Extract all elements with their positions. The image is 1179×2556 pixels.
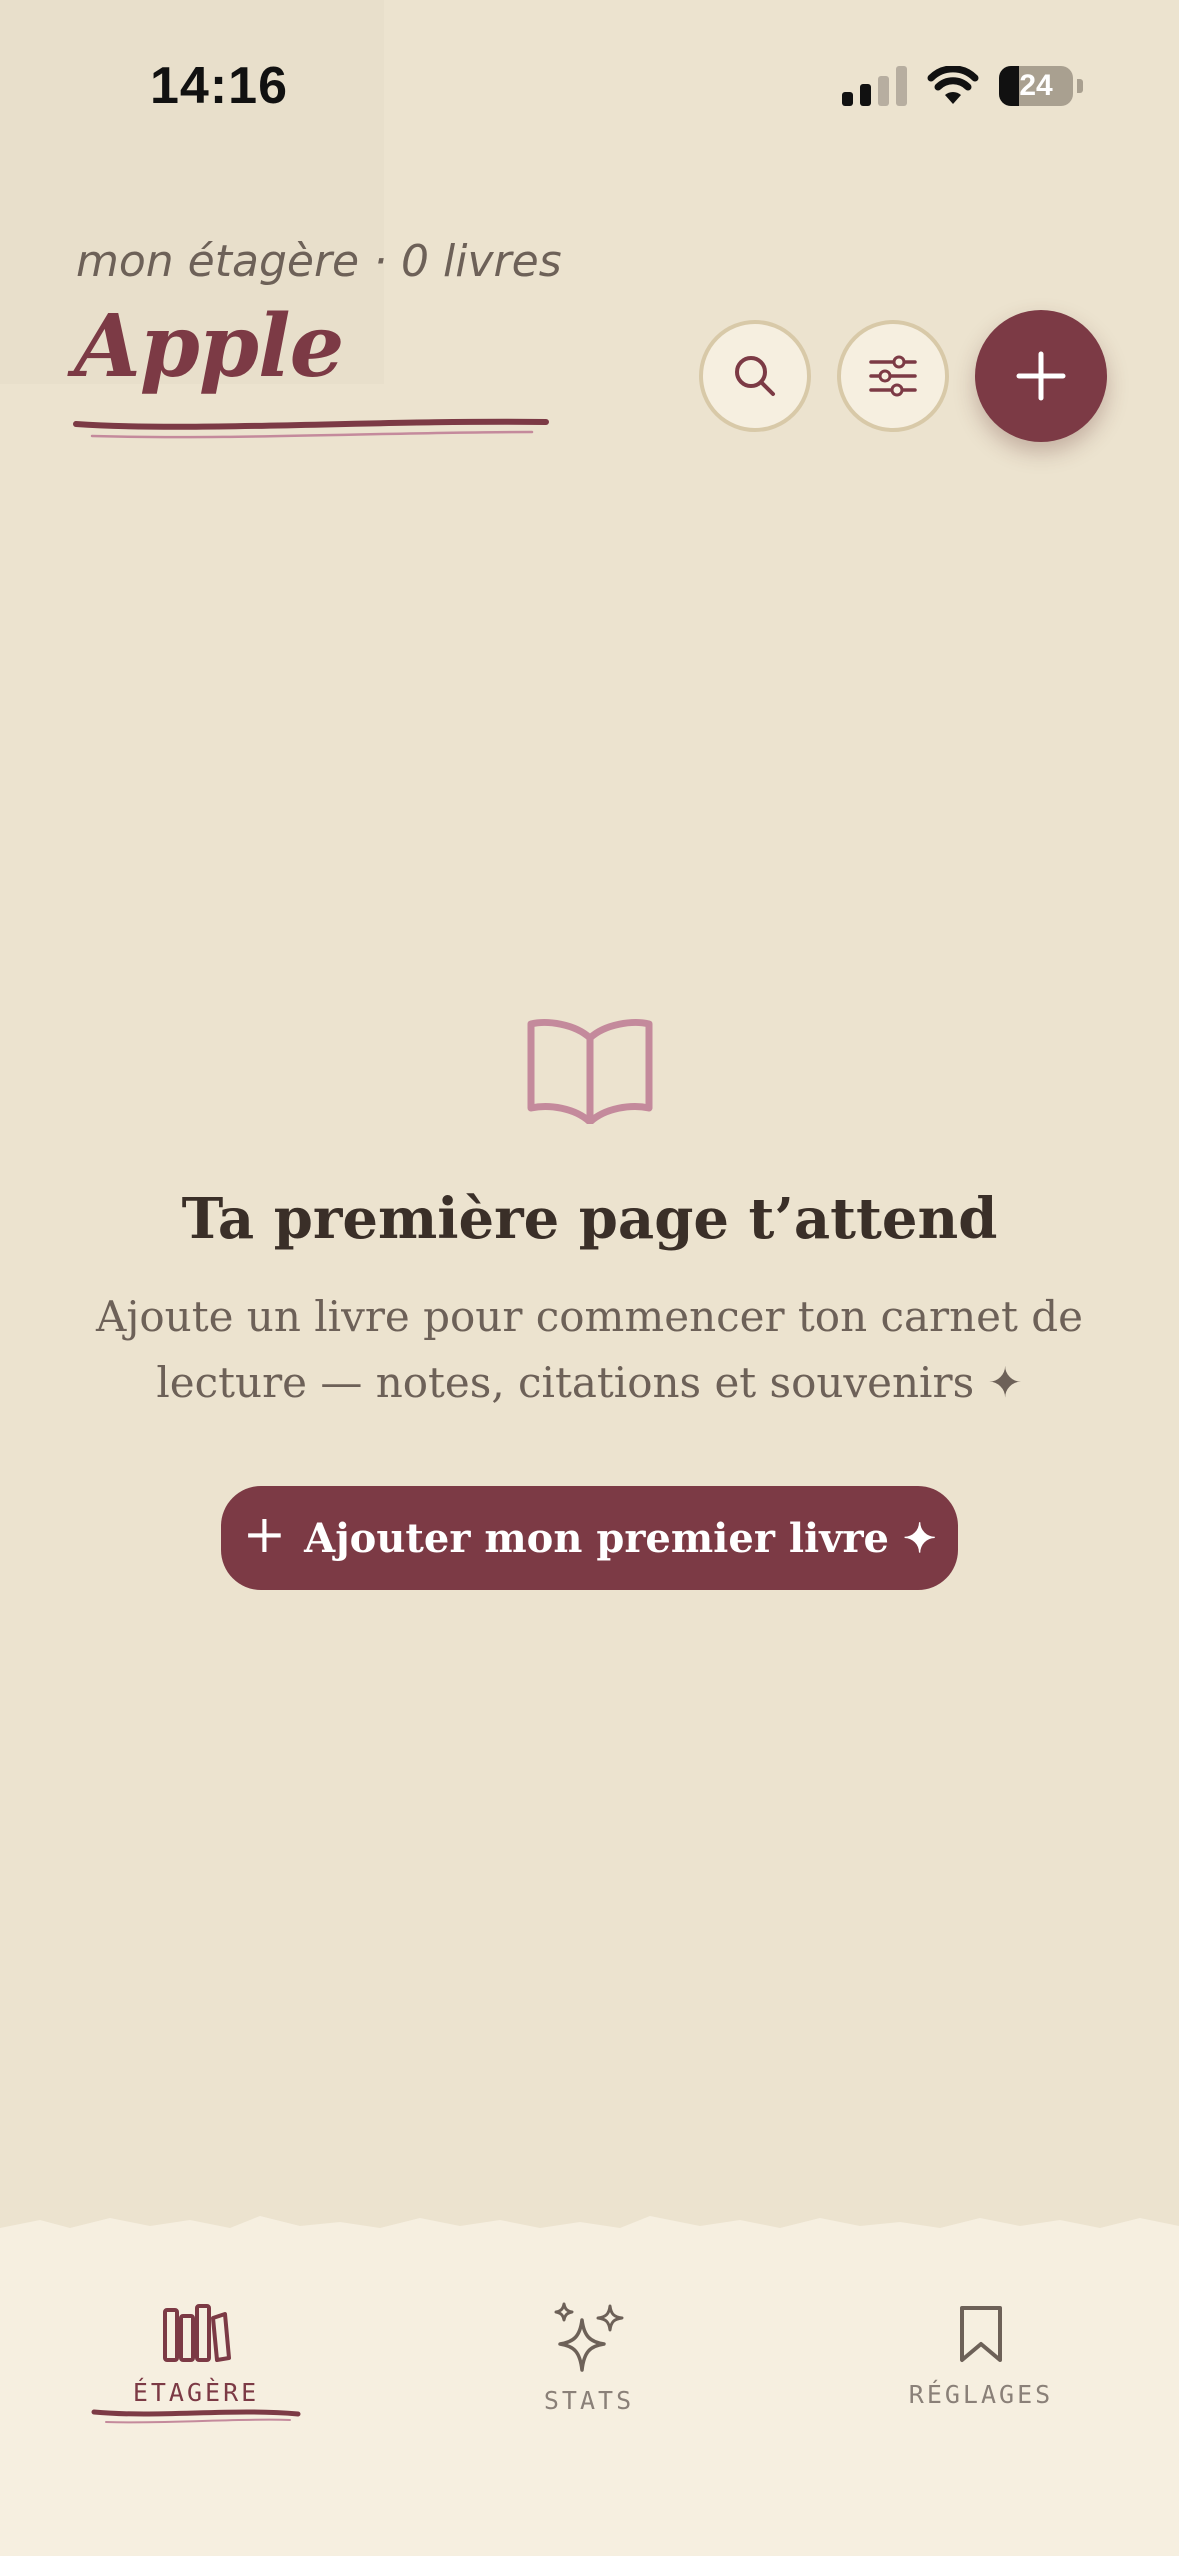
tab-etagere-label: ÉTAGÈRE: [132, 2378, 260, 2407]
title-underline-decoration: [73, 418, 549, 439]
wifi-icon: [927, 66, 979, 104]
empty-state-description: Ajoute un livre pour commencer ton carne…: [80, 1284, 1099, 1416]
tab-reglages-label: RÉGLAGES: [908, 2380, 1054, 2409]
torn-paper-edge: [0, 2216, 1179, 2238]
plus-icon: +: [242, 1505, 287, 1565]
filter-button[interactable]: [837, 320, 949, 432]
battery-icon: 24: [999, 66, 1073, 106]
sparkles-icon: [554, 2302, 624, 2372]
tab-bar: ÉTAGÈRE STATS RÉGLAGES: [0, 2216, 1179, 2556]
empty-state-line-1: Ajoute un livre pour commencer ton carne…: [96, 1292, 1083, 1341]
shelf-count-subtitle: mon étagère · 0 livres: [76, 236, 562, 287]
open-book-icon: [527, 1019, 653, 1124]
battery-level: 24: [1019, 69, 1053, 102]
cellular-signal-icon: [842, 66, 907, 106]
search-icon: [735, 356, 775, 396]
status-time: 14:16: [150, 57, 288, 115]
add-first-book-label: Ajouter mon premier livre ✦: [304, 1514, 937, 1562]
tab-etagere[interactable]: ÉTAGÈRE: [66, 2302, 326, 2407]
tab-reglages[interactable]: RÉGLAGES: [851, 2302, 1111, 2409]
plus-icon: [1016, 351, 1066, 401]
empty-state-line-2: lecture — notes, citations et souvenirs …: [156, 1358, 1023, 1407]
empty-state-title: Ta première page t’attend: [181, 1186, 998, 1252]
bookshelf-icon: [163, 2304, 231, 2362]
bookmark-icon: [960, 2306, 1002, 2362]
sliders-icon: [869, 355, 917, 397]
search-button[interactable]: [699, 320, 811, 432]
tab-stats[interactable]: STATS: [459, 2302, 719, 2415]
shelf-title: Apple: [74, 296, 344, 397]
tab-stats-label: STATS: [543, 2386, 635, 2415]
add-first-book-button[interactable]: + Ajouter mon premier livre ✦: [221, 1486, 958, 1590]
status-indicators: 24: [842, 64, 1083, 108]
active-tab-underline: [91, 2409, 301, 2424]
add-book-button[interactable]: [975, 310, 1107, 442]
